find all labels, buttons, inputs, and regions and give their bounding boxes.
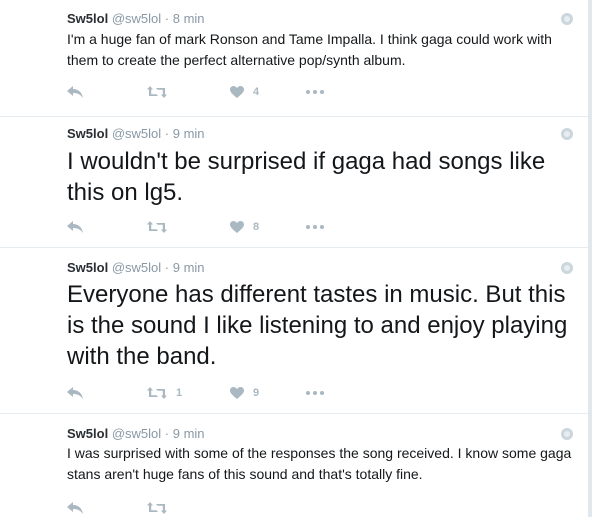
tweet-header: Sw5lol @sw5lol · 8 min: [67, 11, 205, 27]
heart-icon: [230, 221, 244, 233]
more-icon: [306, 90, 324, 94]
retweet-icon: [147, 86, 167, 98]
reply-button[interactable]: [67, 219, 83, 235]
like-button[interactable]: 4: [230, 84, 259, 100]
globe-icon: [561, 128, 573, 140]
reply-button[interactable]: [67, 84, 83, 100]
reply-icon: [67, 86, 83, 98]
reply-icon: [67, 502, 83, 514]
author-username[interactable]: @sw5lol: [112, 11, 161, 26]
like-count: 9: [253, 387, 260, 399]
tweet-timestamp[interactable]: 8 min: [173, 11, 205, 26]
author-fullname[interactable]: Sw5lol: [67, 426, 108, 441]
retweet-button[interactable]: [147, 219, 176, 235]
tweet[interactable]: Sw5lol @sw5lol · 8 min I'm a huge fan of…: [0, 0, 588, 117]
more-icon: [306, 391, 324, 395]
separator-dot: ·: [164, 11, 170, 26]
separator-dot: ·: [164, 426, 170, 441]
globe-icon: [561, 428, 573, 440]
retweet-count: 1: [176, 387, 183, 399]
tweet-actions: 4: [0, 84, 588, 100]
reply-button[interactable]: [67, 500, 83, 516]
like-count: 8: [253, 221, 260, 233]
tweet[interactable]: Sw5lol @sw5lol · 9 min I was surprised w…: [0, 414, 588, 520]
author-username[interactable]: @sw5lol: [112, 126, 161, 141]
scrollbar-track[interactable]: [588, 0, 592, 517]
retweet-icon: [147, 221, 167, 233]
reply-button[interactable]: [67, 385, 83, 401]
tweet-header: Sw5lol @sw5lol · 9 min: [67, 126, 205, 142]
tweet-header: Sw5lol @sw5lol · 9 min: [67, 260, 205, 276]
tweet[interactable]: Sw5lol @sw5lol · 9 min I wouldn't be sur…: [0, 117, 588, 248]
author-fullname[interactable]: Sw5lol: [67, 11, 108, 26]
author-fullname[interactable]: Sw5lol: [67, 260, 108, 275]
tweet-text: I'm a huge fan of mark Ronson and Tame I…: [67, 31, 552, 68]
retweet-button[interactable]: [147, 84, 176, 100]
like-button[interactable]: 8: [230, 219, 259, 235]
reply-icon: [67, 221, 83, 233]
tweet-header: Sw5lol @sw5lol · 9 min: [67, 426, 205, 442]
globe-icon: [561, 13, 573, 25]
separator-dot: ·: [164, 260, 170, 275]
author-username[interactable]: @sw5lol: [112, 426, 161, 441]
more-button[interactable]: [306, 385, 324, 401]
separator-dot: ·: [164, 126, 170, 141]
more-icon: [306, 225, 324, 229]
tweet-text: I was surprised with some of the respons…: [67, 445, 572, 482]
like-button[interactable]: 9: [230, 385, 259, 401]
author-username[interactable]: @sw5lol: [112, 260, 161, 275]
tweet-timestamp[interactable]: 9 min: [173, 126, 205, 141]
more-button[interactable]: [306, 84, 324, 100]
tweet-text: I wouldn't be surprised if gaga had song…: [67, 148, 546, 206]
like-count: 4: [253, 86, 260, 98]
retweet-icon: [147, 387, 167, 399]
more-button[interactable]: [306, 219, 324, 235]
heart-icon: [230, 86, 244, 98]
retweet-icon: [147, 502, 167, 514]
tweet-timestamp[interactable]: 9 min: [173, 426, 205, 441]
tweet-actions: 8: [0, 219, 588, 235]
tweet-actions: [0, 500, 588, 516]
heart-icon: [230, 387, 244, 399]
author-fullname[interactable]: Sw5lol: [67, 126, 108, 141]
globe-icon: [561, 262, 573, 274]
tweet-text: Everyone has different tastes in music. …: [67, 281, 568, 370]
tweet[interactable]: Sw5lol @sw5lol · 9 min Everyone has diff…: [0, 248, 588, 414]
retweet-button[interactable]: [147, 500, 176, 516]
retweet-button[interactable]: 1: [147, 385, 182, 401]
timeline: Sw5lol @sw5lol · 8 min I'm a huge fan of…: [0, 0, 588, 520]
tweet-timestamp[interactable]: 9 min: [173, 260, 205, 275]
reply-icon: [67, 387, 83, 399]
tweet-actions: 1 9: [0, 385, 588, 401]
